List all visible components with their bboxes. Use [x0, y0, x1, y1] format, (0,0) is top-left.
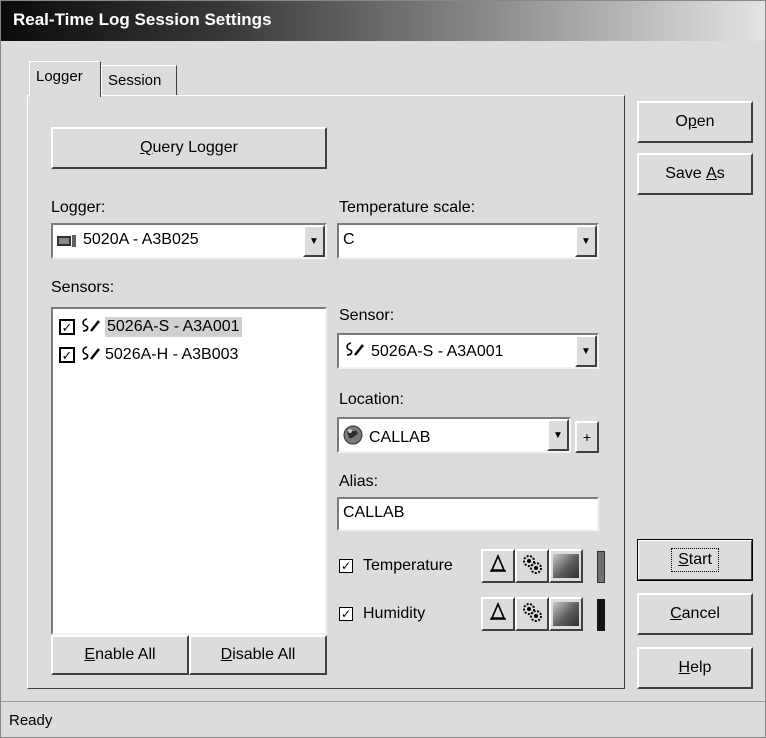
open-button[interactable]: Op en: [637, 101, 753, 143]
logger-dropdown-chevron-icon[interactable]: ▼: [303, 225, 325, 257]
temperature-checkbox-label: Temperature: [363, 557, 453, 574]
probe-icon: [343, 341, 365, 362]
cancel-button[interactable]: Cancel: [637, 593, 753, 635]
bell-icon: [488, 601, 508, 627]
location-select[interactable]: CALLAB ▼: [337, 417, 571, 453]
logger-value: 5020A - A3B025: [83, 231, 199, 248]
title-bar[interactable]: Real-Time Log Session Settings: [1, 1, 765, 41]
sensor-item-label: 5026A-H - A3B003: [105, 346, 239, 363]
add-location-button[interactable]: +: [575, 421, 599, 453]
list-item[interactable]: ✓ 5026A-H - A3B003: [59, 343, 238, 367]
logger-select[interactable]: 5020A - A3B025 ▼: [51, 223, 327, 259]
disable-all-button[interactable]: Disable All: [189, 635, 327, 675]
temperature-alarm-button[interactable]: [481, 549, 515, 583]
humidity-alarm-button[interactable]: [481, 597, 515, 631]
status-text: Ready: [9, 712, 53, 729]
temperature-color-swatch: [597, 551, 605, 583]
window-title: Real-Time Log Session Settings: [13, 10, 272, 29]
location-chevron-down-icon[interactable]: ▼: [547, 419, 569, 451]
status-bar: Ready: [1, 701, 765, 737]
alias-label: Alias:: [339, 473, 379, 490]
sensor-label: Sensor:: [339, 307, 395, 324]
sensor-select[interactable]: 5026A-S - A3A001 ▼: [337, 333, 599, 369]
bell-icon: [488, 553, 508, 579]
probe-icon: [79, 317, 101, 338]
enable-all-button[interactable]: Enable All: [51, 635, 189, 675]
help-button[interactable]: Help: [637, 647, 753, 689]
sensors-label: Sensors:: [51, 279, 115, 296]
gears-icon: [521, 601, 543, 628]
humidity-color-swatch: [597, 599, 605, 631]
sensor-checkbox[interactable]: ✓: [59, 347, 75, 363]
sensor-value: 5026A-S - A3A001: [371, 342, 504, 360]
tab-logger[interactable]: Logger: [29, 61, 101, 97]
logger-device-icon: [57, 234, 77, 247]
alias-input[interactable]: CALLAB: [337, 497, 599, 531]
query-logger-button[interactable]: Query Logger: [51, 127, 327, 169]
humidity-measurement-row: ✓ Humidity: [339, 605, 425, 623]
temperature-scale-label: Temperature scale:: [339, 199, 476, 216]
gradient-color-icon: [553, 554, 579, 578]
tab-session[interactable]: Session: [101, 65, 177, 95]
temperature-color-button[interactable]: [549, 549, 583, 583]
location-value: CALLAB: [369, 428, 431, 446]
temperature-scale-select[interactable]: C ▼: [337, 223, 599, 259]
dialog-window: Real-Time Log Session Settings Logger Se…: [0, 0, 766, 738]
sensors-list[interactable]: ✓ 5026A-S - A3A001 ✓ 5026A-H - A3B003: [51, 307, 327, 635]
save-as-button[interactable]: Save As: [637, 153, 753, 195]
gears-icon: [521, 553, 543, 580]
location-label: Location:: [339, 391, 404, 408]
temperature-settings-button[interactable]: [515, 549, 549, 583]
humidity-settings-button[interactable]: [515, 597, 549, 631]
sensor-chevron-down-icon[interactable]: ▼: [575, 335, 597, 367]
humidity-color-button[interactable]: [549, 597, 583, 631]
sensor-item-label: 5026A-S - A3A001: [105, 317, 242, 337]
humidity-checkbox-label: Humidity: [363, 605, 426, 622]
probe-icon: [79, 345, 101, 366]
logger-label: Logger:: [51, 199, 106, 216]
temperature-scale-value: C: [343, 231, 355, 248]
gradient-color-icon: [553, 602, 579, 626]
temperature-scale-chevron-down-icon[interactable]: ▼: [575, 225, 597, 257]
globe-icon: [343, 425, 363, 450]
humidity-checkbox[interactable]: ✓: [339, 607, 353, 621]
list-item[interactable]: ✓ 5026A-S - A3A001: [59, 315, 242, 339]
start-button[interactable]: Start: [637, 539, 753, 581]
temperature-measurement-row: ✓ Temperature: [339, 557, 453, 575]
sensor-checkbox[interactable]: ✓: [59, 319, 75, 335]
temperature-checkbox[interactable]: ✓: [339, 559, 353, 573]
